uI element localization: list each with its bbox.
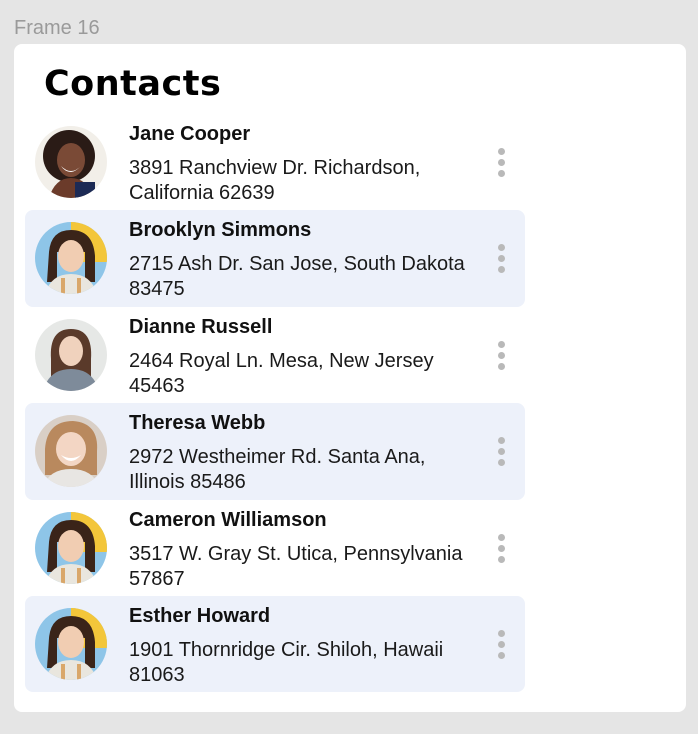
contact-row[interactable]: Theresa Webb 2972 Westheimer Rd. Santa A… [25, 403, 525, 500]
avatar [35, 511, 107, 584]
avatar [35, 415, 107, 488]
contact-row[interactable]: Brooklyn Simmons 2715 Ash Dr. San Jose, … [25, 210, 525, 307]
more-vertical-icon[interactable] [495, 242, 507, 276]
avatar [35, 126, 107, 198]
contact-name: Dianne Russell [129, 315, 273, 338]
contact-name: Jane Cooper [129, 123, 251, 145]
more-vertical-icon[interactable] [495, 339, 507, 373]
contacts-card: Contacts Jane Cooper 3891 Ranchview Dr. … [14, 44, 686, 712]
contact-name: Esther Howard [129, 604, 271, 627]
more-vertical-icon[interactable] [495, 146, 507, 180]
avatar [35, 222, 107, 295]
contact-address: 1901 Thornridge Cir. Shiloh, Hawaii 8106… [129, 638, 444, 686]
contact-address: 2972 Westheimer Rd. Santa Ana, Illinois … [129, 446, 426, 494]
contacts-list: Jane Cooper 3891 Ranchview Dr. Richardso… [25, 114, 525, 693]
avatar-image [35, 222, 107, 295]
contact-address: 2715 Ash Dr. San Jose, South Dakota 8347… [129, 253, 465, 301]
contact-address: 3891 Ranchview Dr. Richardson, Californi… [129, 157, 421, 204]
more-vertical-icon[interactable] [495, 435, 507, 469]
contact-name: Theresa Webb [129, 412, 266, 435]
contact-row[interactable]: Cameron Williamson 3517 W. Gray St. Utic… [25, 500, 525, 596]
contact-row[interactable]: Esther Howard 1901 Thornridge Cir. Shilo… [25, 595, 525, 693]
contact-row[interactable]: Dianne Russell 2464 Royal Ln. Mesa, New … [25, 307, 525, 403]
contact-row[interactable]: Jane Cooper 3891 Ranchview Dr. Richardso… [25, 114, 525, 210]
page-title: Contacts [44, 64, 222, 104]
more-vertical-icon[interactable] [495, 628, 507, 662]
contact-name: Cameron Williamson [129, 508, 327, 531]
contact-name: Brooklyn Simmons [129, 219, 312, 242]
avatar-image [35, 511, 107, 584]
more-vertical-icon[interactable] [495, 532, 507, 566]
contact-address: 3517 W. Gray St. Utica, Pennsylvania 578… [129, 542, 463, 590]
avatar-image [35, 607, 107, 680]
avatar [35, 607, 107, 680]
avatar-image [35, 318, 107, 391]
avatar-image [35, 415, 107, 488]
contact-address: 2464 Royal Ln. Mesa, New Jersey 45463 [129, 349, 434, 397]
avatar [35, 318, 107, 391]
avatar-image [35, 126, 107, 198]
frame-label: Frame 16 [14, 17, 100, 39]
